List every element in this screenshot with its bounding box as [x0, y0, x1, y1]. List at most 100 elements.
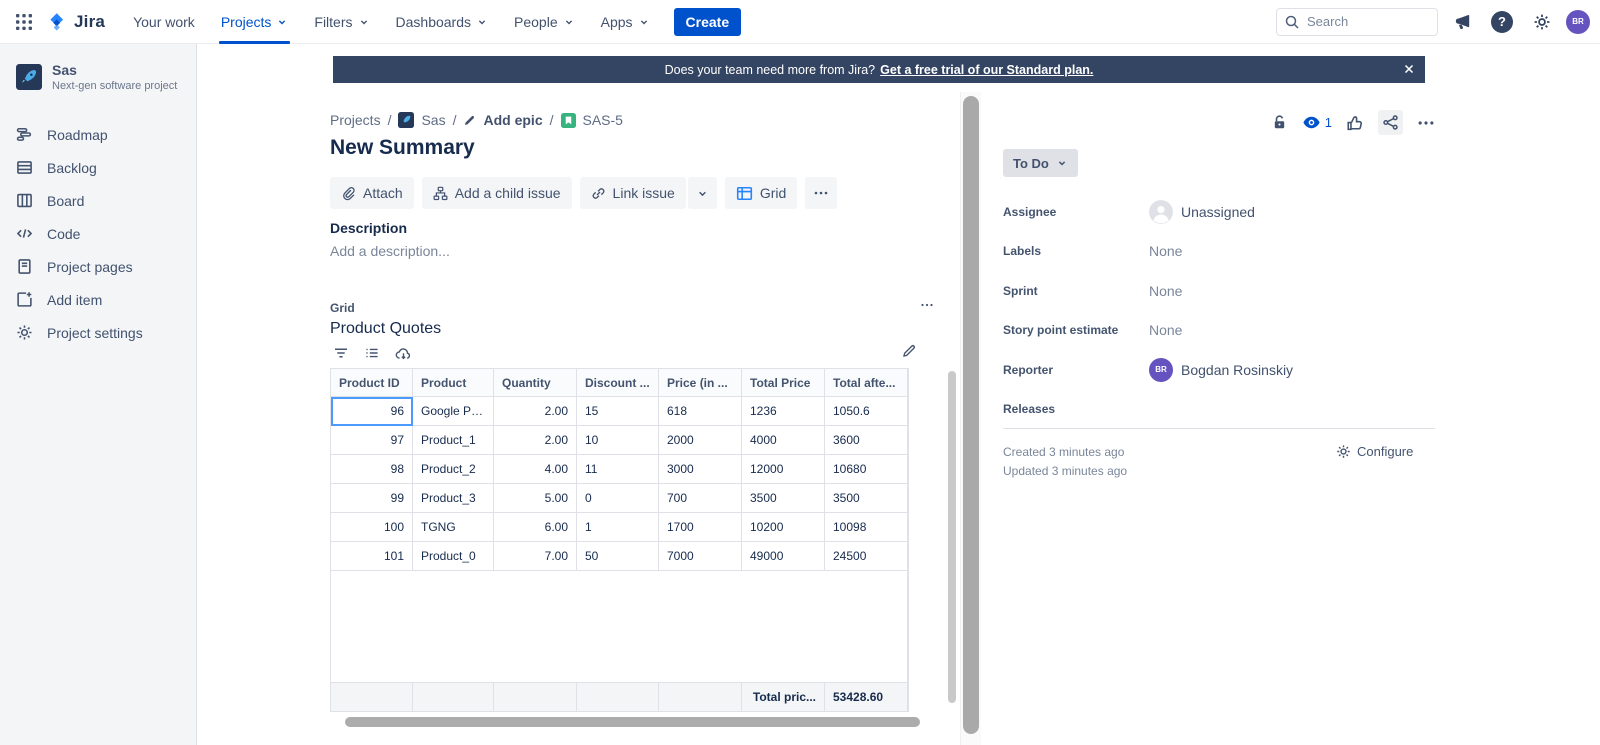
create-button[interactable]: Create	[673, 7, 742, 36]
nav-item-dashboards[interactable]: Dashboards	[384, 0, 501, 44]
table-cell[interactable]: 0	[577, 484, 659, 513]
table-cell[interactable]: 15	[577, 397, 659, 426]
table-cell[interactable]: 4000	[742, 426, 825, 455]
table-cell[interactable]: 96	[331, 397, 413, 426]
table-cell[interactable]: 2.00	[494, 397, 577, 426]
table-cell[interactable]: 7000	[659, 542, 742, 571]
edit-grid-pencil-icon[interactable]	[901, 343, 917, 359]
table-cell[interactable]: Product_1	[413, 426, 494, 455]
table-cell[interactable]: 700	[659, 484, 742, 513]
filter-icon[interactable]	[333, 345, 349, 362]
thumbs-up-icon[interactable]	[1346, 114, 1364, 132]
close-icon[interactable]	[1402, 62, 1416, 76]
sidebar-item-project-pages[interactable]: Project pages	[0, 250, 196, 283]
table-cell[interactable]: 1	[577, 513, 659, 542]
table-header-cell[interactable]: Quantity	[494, 369, 577, 397]
sidebar-item-add-item[interactable]: Add item	[0, 283, 196, 316]
breadcrumb-projects[interactable]: Projects	[330, 112, 381, 128]
table-cell[interactable]: Google Pix...	[413, 397, 494, 426]
user-avatar[interactable]: BR	[1566, 9, 1590, 34]
table-cell[interactable]: 1236	[742, 397, 825, 426]
sidebar-item-project-settings[interactable]: Project settings	[0, 316, 196, 349]
table-cell[interactable]: 1050.6	[825, 397, 908, 426]
table-header-cell[interactable]: Discount ...	[577, 369, 659, 397]
assignee-value[interactable]: Unassigned	[1149, 199, 1255, 224]
project-header[interactable]: Sas Next-gen software project	[0, 62, 196, 92]
settings-button[interactable]	[1526, 6, 1558, 38]
status-dropdown-button[interactable]: To Do	[1003, 149, 1078, 177]
sidebar-item-backlog[interactable]: Backlog	[0, 151, 196, 184]
table-cell[interactable]: Product_3	[413, 484, 494, 513]
breadcrumb-project[interactable]: Sas	[421, 112, 445, 128]
table-cell[interactable]: 10200	[742, 513, 825, 542]
labels-value[interactable]: None	[1149, 243, 1182, 259]
table-cell[interactable]: 3500	[825, 484, 908, 513]
attach-button[interactable]: Attach	[330, 177, 414, 209]
link-issue-dropdown-button[interactable]	[687, 177, 717, 209]
table-cell[interactable]: 3000	[659, 455, 742, 484]
table-cell[interactable]: 7.00	[494, 542, 577, 571]
more-actions-button[interactable]	[805, 177, 838, 209]
table-cell[interactable]: TGNG	[413, 513, 494, 542]
nav-item-people[interactable]: People	[502, 0, 587, 44]
table-cell[interactable]: 10680	[825, 455, 908, 484]
table-cell[interactable]: 4.00	[494, 455, 577, 484]
table-cell[interactable]: 97	[331, 426, 413, 455]
table-header-cell[interactable]: Price (in ...	[659, 369, 742, 397]
table-cell[interactable]: 5.00	[494, 484, 577, 513]
nav-item-filters[interactable]: Filters	[302, 0, 381, 44]
table-cell[interactable]: 24500	[825, 542, 908, 571]
banner-trial-link[interactable]: Get a free trial of our Standard plan.	[880, 63, 1093, 77]
sidebar-item-board[interactable]: Board	[0, 184, 196, 217]
breadcrumb-add-epic[interactable]: Add epic	[483, 112, 542, 128]
table-cell[interactable]: 6.00	[494, 513, 577, 542]
cloud-download-icon[interactable]	[395, 345, 412, 362]
announcements-button[interactable]	[1446, 6, 1478, 38]
sidebar-item-code[interactable]: Code	[0, 217, 196, 250]
page-vertical-scrollbar[interactable]	[963, 96, 979, 734]
table-cell[interactable]: 101	[331, 542, 413, 571]
grid-horizontal-scrollbar[interactable]	[345, 717, 920, 727]
table-cell[interactable]: 10098	[825, 513, 908, 542]
table-cell[interactable]: 98	[331, 455, 413, 484]
table-cell[interactable]: 50	[577, 542, 659, 571]
list-view-icon[interactable]	[364, 345, 380, 362]
table-header-cell[interactable]: Product ID	[331, 369, 413, 397]
table-cell[interactable]: 49000	[742, 542, 825, 571]
table-header-cell[interactable]: Product	[413, 369, 494, 397]
grid-more-icon[interactable]	[919, 297, 935, 313]
share-icon[interactable]	[1378, 110, 1403, 135]
table-cell[interactable]: Product_2	[413, 455, 494, 484]
reporter-value[interactable]: BR Bogdan Rosinskiy	[1149, 357, 1293, 382]
table-cell[interactable]: 99	[331, 484, 413, 513]
watch-eye-icon[interactable]: 1	[1302, 113, 1332, 132]
table-cell[interactable]: 618	[659, 397, 742, 426]
story-point-value[interactable]: None	[1149, 322, 1182, 338]
nav-item-projects[interactable]: Projects	[209, 0, 301, 44]
table-header-cell[interactable]: Total afte...	[825, 369, 908, 397]
table-cell[interactable]: 100	[331, 513, 413, 542]
nav-item-apps[interactable]: Apps	[589, 0, 662, 44]
table-cell[interactable]: 11	[577, 455, 659, 484]
table-header-cell[interactable]: Total Price	[742, 369, 825, 397]
jira-logo[interactable]: Jira	[42, 11, 119, 33]
nav-item-your-work[interactable]: Your work	[121, 0, 207, 44]
grid-vertical-scrollbar[interactable]	[948, 371, 956, 703]
issue-title[interactable]: New Summary	[330, 136, 475, 160]
breadcrumb-issue-key[interactable]: SAS-5	[583, 112, 623, 128]
description-placeholder[interactable]: Add a description...	[330, 243, 450, 259]
search-input[interactable]	[1276, 7, 1438, 36]
help-button[interactable]: ?	[1486, 6, 1518, 38]
more-options-icon[interactable]	[1417, 114, 1435, 132]
table-cell[interactable]: Product_0	[413, 542, 494, 571]
configure-button[interactable]: Configure	[1336, 444, 1413, 459]
sprint-value[interactable]: None	[1149, 283, 1182, 299]
table-cell[interactable]: 3600	[825, 426, 908, 455]
table-cell[interactable]: 3500	[742, 484, 825, 513]
table-cell[interactable]: 12000	[742, 455, 825, 484]
app-switcher-button[interactable]	[8, 6, 40, 38]
link-issue-button[interactable]: Link issue	[579, 177, 686, 209]
lock-icon[interactable]	[1271, 114, 1288, 131]
add-child-issue-button[interactable]: Add a child issue	[421, 177, 572, 209]
table-cell[interactable]: 10	[577, 426, 659, 455]
